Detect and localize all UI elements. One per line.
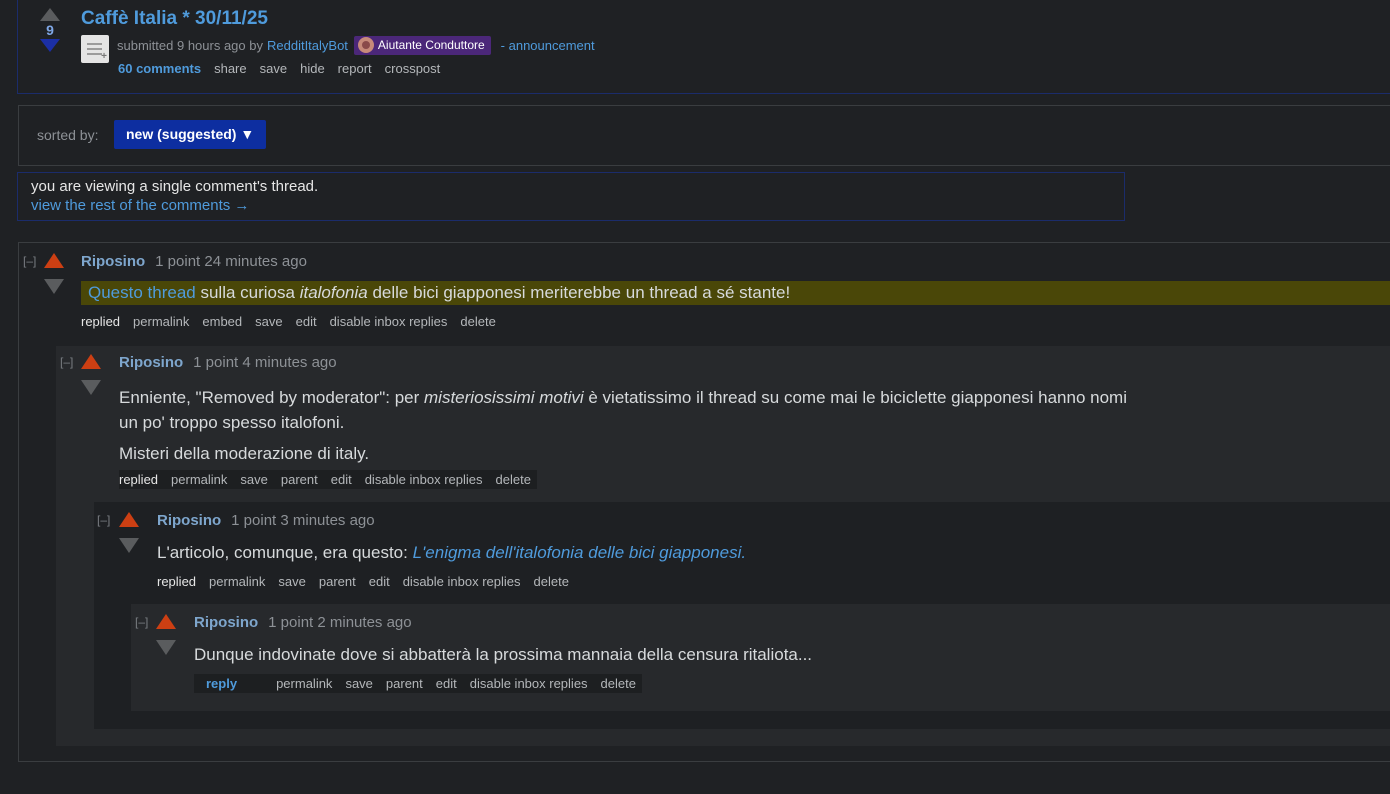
permalink-link[interactable]: permalink: [209, 574, 265, 589]
delete-link[interactable]: delete: [496, 472, 531, 487]
collapse-toggle[interactable]: [–]: [23, 254, 36, 268]
upvote-icon[interactable]: [81, 354, 101, 369]
comment-author-link[interactable]: Riposino: [81, 253, 145, 270]
save-link[interactable]: save: [255, 314, 282, 329]
save-link[interactable]: save: [260, 61, 287, 76]
delete-link[interactable]: delete: [460, 314, 495, 329]
permalink-link[interactable]: permalink: [133, 314, 189, 329]
post-vote-column: 9: [40, 8, 60, 52]
upvote-icon[interactable]: [119, 512, 139, 527]
crosspost-link[interactable]: crosspost: [385, 61, 441, 76]
single-thread-notice-text: you are viewing a single comment's threa…: [31, 178, 319, 195]
parent-link[interactable]: parent: [281, 472, 318, 487]
post-author-link[interactable]: RedditItalyBot: [267, 38, 348, 53]
post-upvote-icon[interactable]: [40, 8, 60, 21]
comment-body: Questo thread sulla curiosa italofonia d…: [81, 281, 1390, 305]
reply-button[interactable]: reply: [194, 676, 237, 691]
save-link[interactable]: save: [240, 472, 267, 487]
comment-buttons: replied permalink save parent edit disab…: [119, 470, 537, 489]
collapse-toggle[interactable]: [–]: [97, 513, 110, 527]
embed-link[interactable]: embed: [202, 314, 242, 329]
sort-dropdown[interactable]: new (suggested) ▼: [114, 120, 267, 149]
post-score: 9: [46, 22, 54, 38]
comments-link[interactable]: 60 comments: [118, 61, 201, 76]
edit-link[interactable]: edit: [296, 314, 317, 329]
report-link[interactable]: report: [338, 61, 372, 76]
comment-score-time: 1 point 3 minutes ago: [231, 512, 375, 529]
save-link[interactable]: save: [345, 676, 372, 691]
collapse-toggle[interactable]: [–]: [60, 355, 73, 369]
replied-label: replied: [119, 472, 159, 487]
edit-link[interactable]: edit: [436, 676, 457, 691]
self-post-thumbnail-icon[interactable]: +: [81, 35, 109, 63]
submitted-text: submitted 9 hours ago by: [117, 38, 263, 53]
comment-author-link[interactable]: Riposino: [157, 512, 221, 529]
comment-author-link[interactable]: Riposino: [119, 354, 183, 371]
delete-link[interactable]: delete: [601, 676, 636, 691]
post-downvote-icon[interactable]: [40, 39, 60, 52]
disable-inbox-replies-link[interactable]: disable inbox replies: [403, 574, 521, 589]
hide-link[interactable]: hide: [300, 61, 325, 76]
disable-inbox-replies-link[interactable]: disable inbox replies: [470, 676, 588, 691]
post-tag-link[interactable]: - announcement: [501, 38, 595, 53]
comment-meta: Riposino 1 point 2 minutes ago: [194, 614, 412, 631]
edit-link[interactable]: edit: [331, 472, 352, 487]
sort-label: sorted by:: [37, 127, 99, 143]
replied-label: replied: [157, 574, 197, 589]
permalink-link[interactable]: permalink: [276, 676, 332, 691]
permalink-link[interactable]: permalink: [171, 472, 227, 487]
disable-inbox-replies-link[interactable]: disable inbox replies: [330, 314, 448, 329]
comment-score-time: 1 point 4 minutes ago: [193, 354, 337, 371]
comment-meta: Riposino 1 point 4 minutes ago: [119, 354, 337, 371]
disable-inbox-replies-link[interactable]: disable inbox replies: [365, 472, 483, 487]
flair-avatar-icon: [357, 37, 374, 53]
downvote-icon[interactable]: [81, 380, 101, 395]
comment-meta: Riposino 1 point 3 minutes ago: [157, 512, 375, 529]
downvote-icon[interactable]: [119, 538, 139, 553]
comment-score-time: 1 point 2 minutes ago: [268, 614, 412, 631]
downvote-icon[interactable]: [156, 640, 176, 655]
comment-author-link[interactable]: Riposino: [194, 614, 258, 631]
upvote-icon[interactable]: [156, 614, 176, 629]
parent-link[interactable]: parent: [386, 676, 423, 691]
save-link[interactable]: save: [278, 574, 305, 589]
comment-body: Dunque indovinate dove si abbatterà la p…: [194, 645, 813, 664]
comment-score-time: 1 point 24 minutes ago: [155, 253, 307, 270]
comment-body: L'articolo, comunque, era questo: L'enig…: [157, 543, 747, 562]
post-tagline: submitted 9 hours ago by RedditItalyBot …: [117, 36, 595, 55]
comment-meta: Riposino 1 point 24 minutes ago: [81, 253, 307, 270]
post-buttons: 60 comments share save hide report cross…: [118, 61, 440, 76]
comment-buttons: reply permalink save parent edit disable…: [194, 674, 642, 693]
edit-link[interactable]: edit: [369, 574, 390, 589]
post-title[interactable]: Caffè Italia * 30/11/25: [81, 8, 268, 30]
flair-text: Aiutante Conduttore: [377, 38, 485, 52]
comment-inline-link[interactable]: Questo thread: [88, 283, 196, 302]
replied-label: replied: [81, 314, 121, 329]
collapse-toggle[interactable]: [–]: [135, 615, 148, 629]
comment-buttons: replied permalink embed save edit disabl…: [81, 314, 509, 329]
upvote-icon[interactable]: [44, 253, 64, 268]
delete-link[interactable]: delete: [534, 574, 569, 589]
comment-body: Enniente, "Removed by moderator": per mi…: [119, 388, 1127, 463]
view-all-comments-link[interactable]: view the rest of the comments →: [31, 197, 249, 214]
author-flair: Aiutante Conduttore: [353, 36, 491, 55]
parent-link[interactable]: parent: [319, 574, 356, 589]
downvote-icon[interactable]: [44, 279, 64, 294]
comment-buttons: replied permalink save parent edit disab…: [157, 574, 582, 589]
share-link[interactable]: share: [214, 61, 247, 76]
article-link[interactable]: L'enigma dell'italofonia delle bici giap…: [413, 543, 747, 562]
